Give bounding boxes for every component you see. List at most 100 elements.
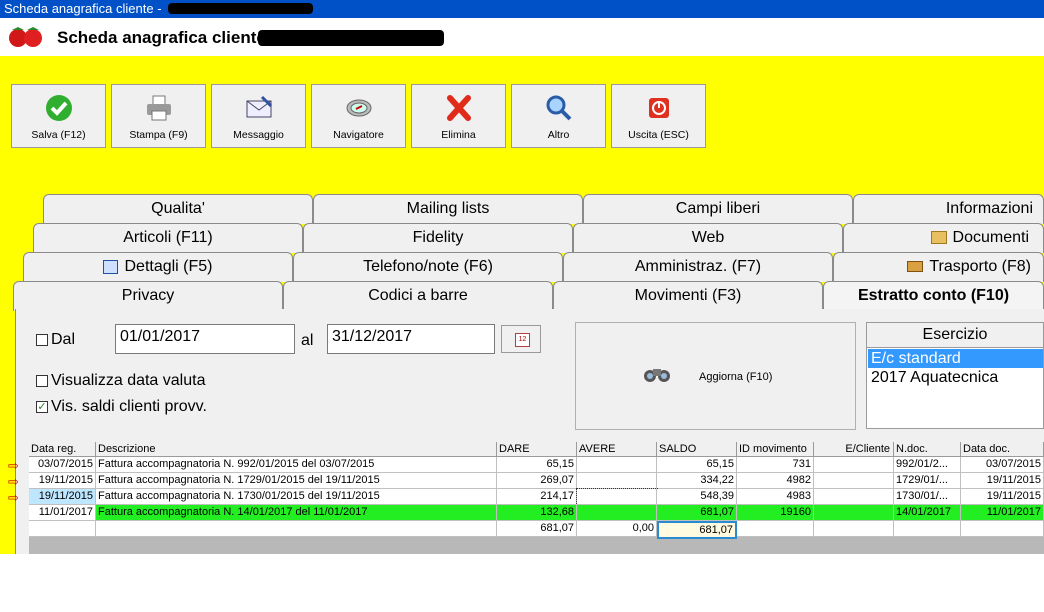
esercizio-option[interactable]: 2017 Aquatecnica <box>867 368 1043 387</box>
tab-informazioni[interactable]: Informazioni <box>853 194 1044 224</box>
tab-estratto-conto[interactable]: Estratto conto (F10) <box>823 281 1044 311</box>
tab-trasporto[interactable]: Trasporto (F8) <box>833 252 1044 282</box>
message-button[interactable]: Messaggio <box>211 84 306 148</box>
cell-ndoc[interactable]: 1730/01/... <box>894 489 961 505</box>
cell-data-doc[interactable]: 11/01/2017 <box>961 505 1044 521</box>
col-header-data-reg[interactable]: Data reg. <box>29 442 96 457</box>
total-cell[interactable] <box>894 521 961 537</box>
tab-qualita[interactable]: Qualita' <box>43 194 313 224</box>
cell-id-movimento[interactable]: 19160 <box>737 505 814 521</box>
cell-ndoc[interactable]: 992/01/2... <box>894 457 961 473</box>
cell-saldo[interactable]: 334,22 <box>657 473 737 489</box>
col-header-saldo[interactable]: SALDO <box>657 442 737 457</box>
tab-codici-a-barre[interactable]: Codici a barre <box>283 281 553 311</box>
col-header-dare[interactable]: DARE <box>497 442 577 457</box>
cell-data-doc[interactable]: 19/11/2015 <box>961 489 1044 505</box>
col-header-e-cliente[interactable]: E/Cliente <box>814 442 894 457</box>
cell-id-movimento[interactable]: 731 <box>737 457 814 473</box>
total-cell[interactable] <box>961 521 1044 537</box>
total-saldo[interactable]: 681,07 <box>657 521 737 539</box>
tab-articoli[interactable]: Articoli (F11) <box>33 223 303 253</box>
cell-avere[interactable] <box>577 457 657 473</box>
cell-data-doc[interactable]: 03/07/2015 <box>961 457 1044 473</box>
delete-button[interactable]: Elimina <box>411 84 506 148</box>
total-cell[interactable] <box>737 521 814 537</box>
cell-dare[interactable]: 132,68 <box>497 505 577 521</box>
col-header-data-doc[interactable]: Data doc. <box>961 442 1044 457</box>
esercizio-listbox[interactable]: E/c standard 2017 Aquatecnica <box>866 348 1044 429</box>
total-avere[interactable]: 0,00 <box>577 521 657 537</box>
cell-avere[interactable] <box>577 473 657 489</box>
cell-dare[interactable]: 65,15 <box>497 457 577 473</box>
refresh-button[interactable]: Aggiorna (F10) <box>575 322 856 430</box>
cell-saldo[interactable]: 548,39 <box>657 489 737 505</box>
col-header-id-movimento[interactable]: ID movimento <box>737 442 814 457</box>
tab-dettagli[interactable]: Dettagli (F5) <box>23 252 293 282</box>
total-cell[interactable] <box>96 521 497 537</box>
tab-campi-liberi[interactable]: Campi liberi <box>583 194 853 224</box>
exit-button[interactable]: Uscita (ESC) <box>611 84 706 148</box>
cell-descrizione[interactable]: Fattura accompagnatoria N. 14/01/2017 de… <box>96 505 497 521</box>
tab-telefono-note[interactable]: Telefono/note (F6) <box>293 252 563 282</box>
col-header-descrizione[interactable]: Descrizione <box>96 442 497 457</box>
cell-e-cliente[interactable] <box>814 457 894 473</box>
cell-avere[interactable] <box>577 505 657 521</box>
tab-label: Mailing lists <box>406 200 490 217</box>
cell-ndoc[interactable]: 1729/01/... <box>894 473 961 489</box>
cell-avere[interactable] <box>576 488 658 506</box>
cell-dare[interactable]: 269,07 <box>497 473 577 489</box>
statement-table[interactable]: Data reg. Descrizione DARE AVERE SALDO I… <box>29 442 1044 554</box>
cell-data-reg[interactable]: 03/07/2015 <box>29 457 96 473</box>
magnifier-icon <box>546 95 571 121</box>
cell-data-doc[interactable]: 19/11/2015 <box>961 473 1044 489</box>
tab-fidelity[interactable]: Fidelity <box>303 223 573 253</box>
tab-label: Articoli (F11) <box>123 229 213 246</box>
tab-movimenti[interactable]: Movimenti (F3) <box>553 281 823 311</box>
date-from-input[interactable]: 01/01/2017 <box>115 324 295 354</box>
compass-icon <box>346 99 371 117</box>
total-cell[interactable] <box>29 521 96 537</box>
esercizio-option-selected[interactable]: E/c standard <box>868 349 1043 368</box>
tab-documenti[interactable]: Documenti <box>843 223 1044 253</box>
calendar-button[interactable]: 12 <box>501 325 541 353</box>
tab-web[interactable]: Web <box>573 223 843 253</box>
tab-label: Estratto conto (F10) <box>857 287 1010 304</box>
date-to-input[interactable]: 31/12/2017 <box>327 324 495 354</box>
tab-label: Campi liberi <box>675 200 761 217</box>
value-date-checkbox[interactable] <box>36 375 48 387</box>
cell-descrizione[interactable]: Fattura accompagnatoria N. 1729/01/2015 … <box>96 473 497 489</box>
window-title: Scheda anagrafica cliente - <box>4 1 162 16</box>
other-button[interactable]: Altro <box>511 84 606 148</box>
cell-data-reg[interactable]: 11/01/2017 <box>29 505 96 521</box>
cell-id-movimento[interactable]: 4982 <box>737 473 814 489</box>
cell-dare[interactable]: 214,17 <box>497 489 577 505</box>
tab-label: Privacy <box>121 287 175 304</box>
tab-label: Web <box>691 229 725 246</box>
save-button[interactable]: Salva (F12) <box>11 84 106 148</box>
cell-saldo[interactable]: 681,07 <box>657 505 737 521</box>
tab-amministrazione[interactable]: Amministraz. (F7) <box>563 252 833 282</box>
cell-data-reg[interactable]: 19/11/2015 <box>29 489 96 505</box>
redacted-customer-name <box>258 30 444 46</box>
print-button[interactable]: Stampa (F9) <box>111 84 206 148</box>
cell-data-reg[interactable]: 19/11/2015 <box>29 473 96 489</box>
col-header-avere[interactable]: AVERE <box>577 442 657 457</box>
prov-balances-checkbox[interactable]: ✓ <box>36 401 48 413</box>
cell-e-cliente[interactable] <box>814 489 894 505</box>
cell-e-cliente[interactable] <box>814 505 894 521</box>
navigator-button[interactable]: Navigatore <box>311 84 406 148</box>
tab-privacy[interactable]: Privacy <box>13 281 283 311</box>
col-header-ndoc[interactable]: N.doc. <box>894 442 961 457</box>
cell-ndoc[interactable]: 14/01/2017 <box>894 505 961 521</box>
cell-descrizione[interactable]: Fattura accompagnatoria N. 1730/01/2015 … <box>96 489 497 505</box>
dal-checkbox[interactable] <box>36 334 48 346</box>
cell-saldo[interactable]: 65,15 <box>657 457 737 473</box>
tab-mailing-lists[interactable]: Mailing lists <box>313 194 583 224</box>
cell-descrizione[interactable]: Fattura accompagnatoria N. 992/01/2015 d… <box>96 457 497 473</box>
cell-id-movimento[interactable]: 4983 <box>737 489 814 505</box>
tab-label: Informazioni <box>945 200 1033 217</box>
cell-e-cliente[interactable] <box>814 473 894 489</box>
tab-label: Telefono/note (F6) <box>363 258 493 275</box>
total-cell[interactable] <box>814 521 894 537</box>
total-dare[interactable]: 681,07 <box>497 521 577 537</box>
